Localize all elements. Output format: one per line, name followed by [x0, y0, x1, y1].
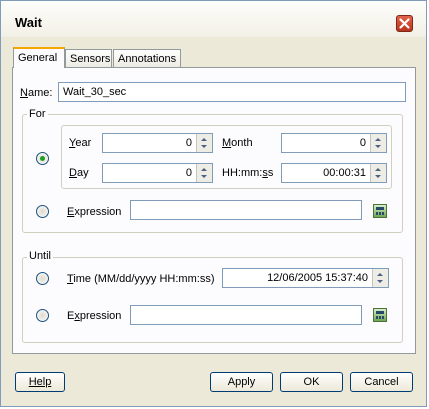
until-time-spinner[interactable]: 12/06/2005 15:37:40: [222, 268, 389, 288]
ok-button-label: OK: [303, 376, 320, 388]
close-icon: [399, 18, 410, 29]
until-time-label: Time (MM/dd/yyyy HH:mm:ss): [67, 273, 215, 285]
month-spinner[interactable]: 0: [281, 133, 387, 153]
year-spin-buttons[interactable]: [196, 134, 212, 152]
for-group-title: For: [27, 108, 48, 120]
for-expression-builder-icon[interactable]: [373, 204, 387, 218]
tab-sensors[interactable]: Sensors: [65, 49, 112, 67]
title-bar[interactable]: Wait: [1, 1, 426, 37]
time-duration-spin-buttons[interactable]: [370, 164, 386, 182]
window-title: Wait: [15, 15, 42, 30]
for-expression-input[interactable]: [130, 200, 362, 220]
day-label: Day: [69, 167, 89, 179]
for-expression-label: Expression: [67, 206, 122, 218]
tab-annotations-label: Annotations: [118, 53, 177, 65]
day-spin-buttons[interactable]: [196, 164, 212, 182]
time-duration-value: 00:00:31: [323, 167, 366, 179]
until-time-radio[interactable]: [36, 272, 49, 285]
until-expression-radio[interactable]: [36, 309, 49, 322]
ok-button[interactable]: OK: [280, 372, 343, 392]
tab-general[interactable]: General: [13, 47, 65, 68]
until-time-spin-buttons[interactable]: [372, 269, 388, 287]
until-expression-input[interactable]: [130, 305, 362, 325]
name-input[interactable]: Wait_30_sec: [58, 82, 406, 102]
month-spin-buttons[interactable]: [370, 134, 386, 152]
year-label: Year: [69, 137, 92, 149]
for-expression-radio[interactable]: [36, 205, 49, 218]
month-label: Month: [222, 137, 253, 149]
tab-sensors-label: Sensors: [70, 53, 111, 65]
cancel-button[interactable]: Cancel: [350, 372, 413, 392]
name-label: Name:: [20, 87, 53, 99]
for-duration-radio[interactable]: [36, 152, 49, 165]
close-button[interactable]: [396, 15, 413, 32]
day-spinner[interactable]: 0: [102, 163, 213, 183]
year-value: 0: [185, 137, 192, 149]
month-value: 0: [359, 137, 366, 149]
help-button[interactable]: Help: [15, 372, 65, 392]
until-group-title: Until: [27, 250, 54, 262]
apply-button-label: Apply: [227, 376, 256, 388]
until-expression-label: Expression: [67, 310, 122, 322]
time-duration-spinner[interactable]: 00:00:31: [281, 163, 387, 183]
tab-annotations[interactable]: Annotations: [113, 49, 181, 67]
until-expression-builder-icon[interactable]: [373, 308, 387, 322]
time-duration-label: HH:mm:ss: [222, 167, 274, 179]
apply-button[interactable]: Apply: [210, 372, 273, 392]
help-button-label: Help: [28, 376, 52, 388]
tab-general-label: General: [18, 52, 58, 64]
year-spinner[interactable]: 0: [102, 133, 213, 153]
day-value: 0: [185, 167, 192, 179]
cancel-button-label: Cancel: [364, 376, 399, 388]
until-time-value: 12/06/2005 15:37:40: [267, 272, 368, 284]
